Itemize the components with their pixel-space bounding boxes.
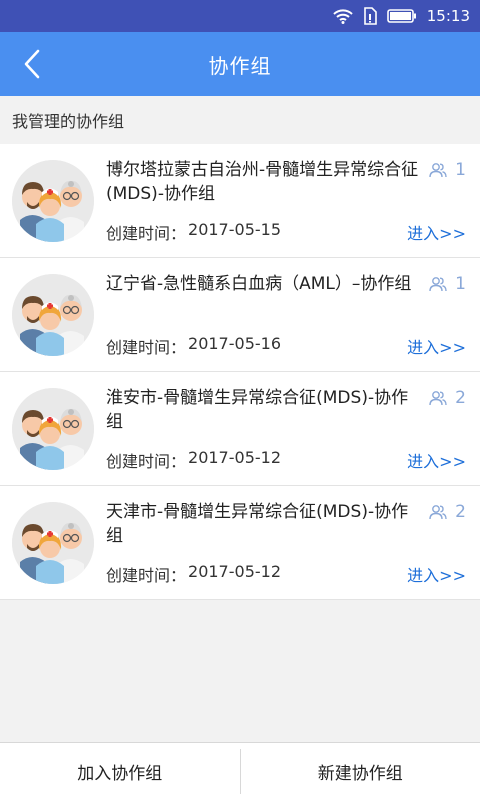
created-date: 2017-05-12 xyxy=(188,448,281,467)
member-count: 2 xyxy=(429,388,466,408)
doctors-avatar-icon xyxy=(12,160,94,242)
battery-icon xyxy=(386,9,417,23)
member-count-value: 2 xyxy=(455,502,466,522)
group-list: 博尔塔拉蒙古自治州-骨髓增生异常综合征(MDS)-协作组 1 创建时间： 201… xyxy=(0,144,480,600)
group-name: 辽宁省-急性髓系白血病（AML）–协作组 xyxy=(106,274,412,294)
member-count: 1 xyxy=(429,160,466,180)
created-time: 创建时间： 2017-05-16 xyxy=(106,334,281,358)
people-icon xyxy=(429,505,447,520)
bottom-action-bar: 加入协作组 新建协作组 xyxy=(0,742,480,800)
status-bar: 15:13 xyxy=(0,0,480,32)
member-count-value: 1 xyxy=(455,274,466,294)
created-label: 创建时间： xyxy=(106,452,187,471)
member-count: 2 xyxy=(429,502,466,522)
create-group-button[interactable]: 新建协作组 xyxy=(241,743,480,800)
sim-icon xyxy=(363,7,377,25)
wifi-icon xyxy=(333,8,353,24)
created-date: 2017-05-12 xyxy=(188,562,281,581)
status-time: 15:13 xyxy=(426,7,470,25)
created-time: 创建时间： 2017-05-12 xyxy=(106,562,281,586)
enter-link[interactable]: 进入>> xyxy=(407,334,466,358)
group-item[interactable]: 博尔塔拉蒙古自治州-骨髓增生异常综合征(MDS)-协作组 1 创建时间： 201… xyxy=(0,144,480,258)
member-count: 1 xyxy=(429,274,466,294)
created-label: 创建时间： xyxy=(106,566,187,585)
doctors-avatar-icon xyxy=(12,274,94,356)
section-title: 我管理的协作组 xyxy=(0,96,480,144)
join-group-button[interactable]: 加入协作组 xyxy=(0,743,240,800)
people-icon xyxy=(429,277,447,292)
group-item[interactable]: 辽宁省-急性髓系白血病（AML）–协作组 1 创建时间： 2017-05-16 … xyxy=(0,258,480,372)
created-date: 2017-05-15 xyxy=(188,220,281,239)
created-label: 创建时间： xyxy=(106,338,187,357)
member-count-value: 1 xyxy=(455,160,466,180)
created-time: 创建时间： 2017-05-12 xyxy=(106,448,281,472)
app-header: 协作组 xyxy=(0,32,480,96)
enter-link[interactable]: 进入>> xyxy=(407,448,466,472)
group-name: 天津市-骨髓增生异常综合征(MDS)-协作组 xyxy=(106,502,409,546)
created-date: 2017-05-16 xyxy=(188,334,281,353)
enter-link[interactable]: 进入>> xyxy=(407,220,466,244)
back-button[interactable] xyxy=(14,46,50,82)
people-icon xyxy=(429,391,447,406)
doctors-avatar-icon xyxy=(12,502,94,584)
page-title: 协作组 xyxy=(208,53,272,78)
people-icon xyxy=(429,163,447,178)
enter-link[interactable]: 进入>> xyxy=(407,562,466,586)
created-time: 创建时间： 2017-05-15 xyxy=(106,220,281,244)
group-name: 淮安市-骨髓增生异常综合征(MDS)-协作组 xyxy=(106,388,409,432)
group-item[interactable]: 淮安市-骨髓增生异常综合征(MDS)-协作组 2 创建时间： 2017-05-1… xyxy=(0,372,480,486)
created-label: 创建时间： xyxy=(106,224,187,243)
chevron-left-icon xyxy=(24,49,40,79)
group-name: 博尔塔拉蒙古自治州-骨髓增生异常综合征(MDS)-协作组 xyxy=(106,160,419,204)
doctors-avatar-icon xyxy=(12,388,94,470)
member-count-value: 2 xyxy=(455,388,466,408)
group-item[interactable]: 天津市-骨髓增生异常综合征(MDS)-协作组 2 创建时间： 2017-05-1… xyxy=(0,486,480,600)
